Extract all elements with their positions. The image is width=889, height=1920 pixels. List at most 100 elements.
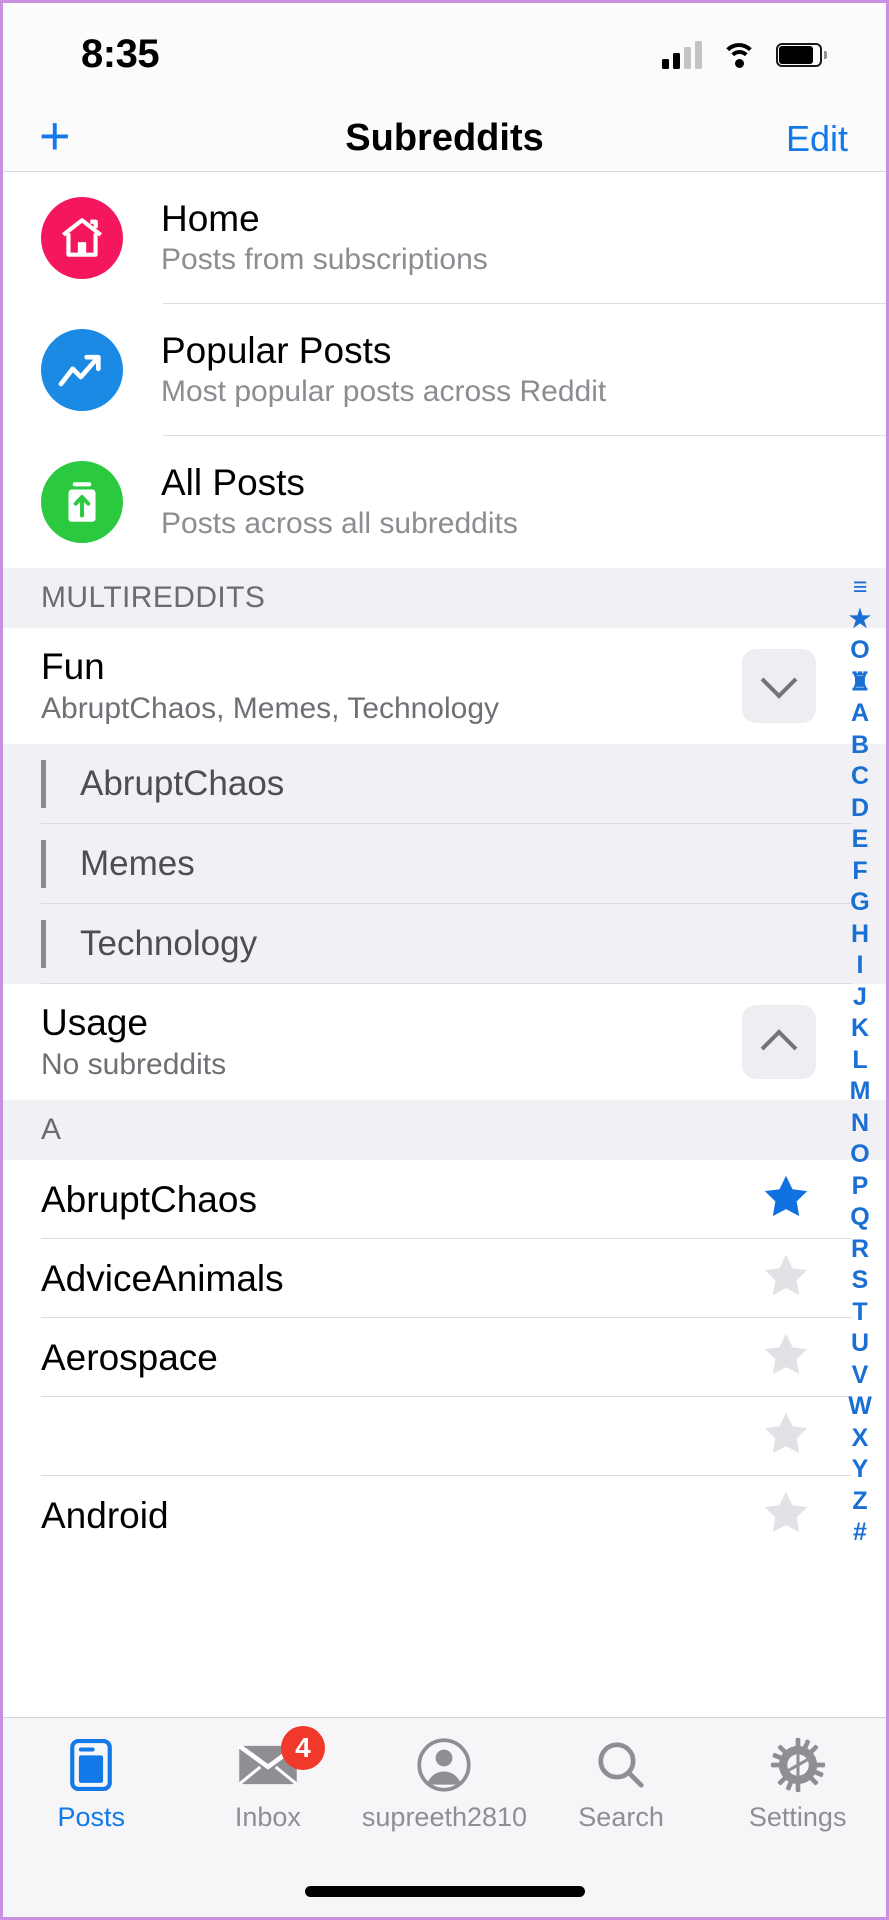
tab-label: Inbox [234,1802,301,1832]
index-entry-a[interactable]: A [840,698,880,730]
quick-link-title: All Posts [161,462,305,504]
subreddit-list[interactable]: Home Posts from subscriptions Popular Po… [3,172,886,1717]
favorite-star-icon[interactable] [758,1250,814,1307]
index-entry-e[interactable]: E [840,824,880,856]
alphabet-index-bar[interactable]: ≡ ★ O ♜ A B C D E F G H I J K L M N O P … [840,572,880,1549]
section-header-a: A [3,1100,886,1160]
subreddit-name: AbruptChaos [41,1178,257,1220]
multireddit-title: Fun [41,646,105,688]
edit-button[interactable]: Edit [786,118,848,160]
favorite-star-icon[interactable] [758,1408,814,1465]
chevron-down-icon [760,661,798,699]
indent-marker [41,920,46,968]
multireddit-child-label: Memes [80,844,195,883]
subreddit-name: Android [41,1494,169,1536]
status-bar: 8:35 [3,3,886,106]
subreddit-row[interactable]: Android [3,1476,886,1555]
index-entry-i[interactable]: I [840,950,880,982]
index-entry-w[interactable]: W [840,1391,880,1423]
index-entry-favorites[interactable]: ★ [840,604,880,636]
subreddit-name: AdviceAnimals [41,1257,284,1299]
multireddit-row-fun[interactable]: Fun AbruptChaos, Memes, Technology [3,628,886,744]
index-entry-k[interactable]: K [840,1013,880,1045]
quick-link-text: All Posts Posts across all subreddits [161,462,518,541]
tab-inbox[interactable]: 4 Inbox [180,1726,357,1833]
index-entry-rook[interactable]: ♜ [840,667,880,699]
index-entry-m[interactable]: M [840,1076,880,1108]
favorite-star-icon[interactable] [758,1171,814,1228]
upload-box-icon [41,461,123,543]
index-entry-z[interactable]: Z [840,1486,880,1518]
phone-screen: 8:35 + Subreddits Edit Home Posts from s… [0,0,889,1920]
index-entry-d[interactable]: D [840,793,880,825]
index-entry-o[interactable]: O [840,1139,880,1171]
index-entry-v[interactable]: V [840,1360,880,1392]
multireddit-child-label: Technology [80,924,258,963]
multireddit-subtitle: No subreddits [41,1047,227,1081]
quick-link-home[interactable]: Home Posts from subscriptions [3,172,886,304]
page-title: Subreddits [345,117,544,159]
index-entry-f[interactable]: F [840,856,880,888]
index-entry-x[interactable]: X [840,1423,880,1455]
favorite-star-icon[interactable] [758,1487,814,1544]
quick-link-popular-posts[interactable]: Popular Posts Most popular posts across … [3,304,886,436]
quick-link-all-posts[interactable]: All Posts Posts across all subreddits [3,436,886,568]
subreddit-row[interactable]: Aerospace [3,1318,886,1397]
index-entry-n[interactable]: N [840,1108,880,1140]
index-entry-s[interactable]: S [840,1265,880,1297]
index-entry-list[interactable]: ≡ [840,572,880,604]
index-entry-c[interactable]: C [840,761,880,793]
index-entry-h[interactable]: H [840,919,880,951]
multireddit-subtitle: AbruptChaos, Memes, Technology [41,691,500,725]
index-entry-t[interactable]: T [840,1297,880,1329]
add-subreddit-button[interactable]: + [39,109,71,163]
quick-link-text: Home Posts from subscriptions [161,198,488,277]
multireddit-child-technology[interactable]: Technology [3,904,886,984]
index-entry-u[interactable]: U [840,1328,880,1360]
nav-bar: + Subreddits Edit [3,106,886,172]
multireddit-child-memes[interactable]: Memes [3,824,886,904]
quick-link-subtitle: Most popular posts across Reddit [161,375,607,409]
tab-posts[interactable]: Posts [3,1736,180,1833]
account-icon [416,1736,472,1794]
envelope-icon: 4 [237,1726,325,1794]
tab-label: supreeth2810 [361,1802,528,1832]
collapse-toggle-usage[interactable] [742,1005,816,1079]
quick-link-subtitle: Posts from subscriptions [161,243,488,277]
indent-marker [41,760,46,808]
subreddit-row[interactable]: AbruptChaos [3,1160,886,1239]
tab-settings[interactable]: Settings [709,1736,886,1833]
chevron-up-icon [760,1029,798,1067]
collapse-toggle-fun[interactable] [742,649,816,723]
multireddit-row-usage[interactable]: Usage No subreddits [3,984,886,1100]
index-entry-r[interactable]: R [840,1234,880,1266]
index-entry-circle[interactable]: O [840,635,880,667]
index-entry-hash[interactable]: # [840,1517,880,1549]
index-entry-l[interactable]: L [840,1045,880,1077]
index-entry-q[interactable]: Q [840,1202,880,1234]
tab-search[interactable]: Search [533,1736,710,1833]
inbox-badge: 4 [280,1726,325,1770]
subreddit-name: Aerospace [41,1336,218,1378]
index-entry-j[interactable]: J [840,982,880,1014]
tab-label: Settings [748,1802,847,1832]
indent-marker [41,840,46,888]
tab-label: Search [578,1802,664,1832]
search-icon [594,1736,648,1794]
multireddit-child-abruptchaos[interactable]: AbruptChaos [3,744,886,824]
quick-link-title: Popular Posts [161,330,392,372]
index-entry-g[interactable]: G [840,887,880,919]
quick-link-text: Popular Posts Most popular posts across … [161,330,606,409]
index-entry-b[interactable]: B [840,730,880,762]
index-entry-p[interactable]: P [840,1171,880,1203]
index-entry-y[interactable]: Y [840,1454,880,1486]
multireddit-child-label: AbruptChaos [80,764,285,803]
tab-account[interactable]: supreeth2810 [356,1736,533,1833]
subreddit-row[interactable] [3,1397,886,1476]
wifi-icon [721,41,757,69]
home-indicator [3,1865,886,1917]
subreddit-row[interactable]: AdviceAnimals [3,1239,886,1318]
quick-link-title: Home [161,198,260,240]
favorite-star-icon[interactable] [758,1329,814,1386]
posts-icon [66,1736,116,1794]
